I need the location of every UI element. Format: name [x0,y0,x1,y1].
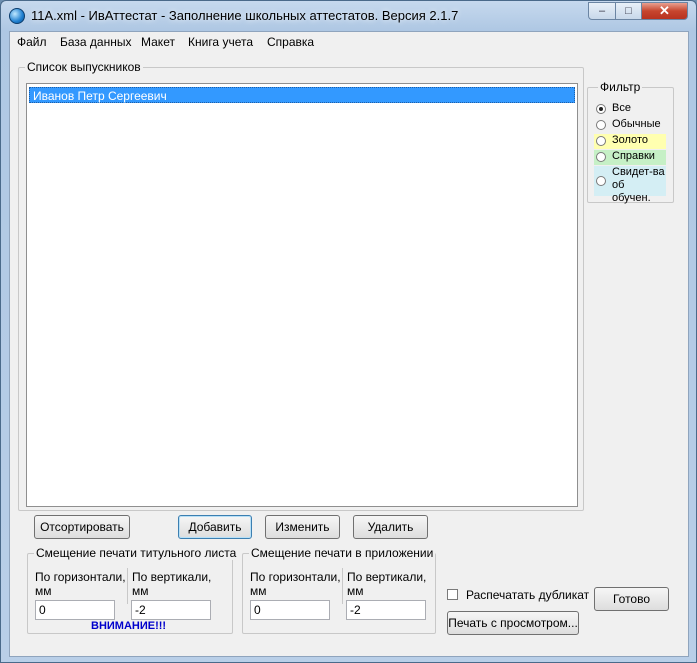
appendix-offset-legend: Смещение печати в приложении [249,546,436,560]
graduates-list[interactable]: Иванов Петр Сергеевич [26,83,578,507]
divider [127,568,128,604]
app-globe-icon [9,8,25,24]
title-bar[interactable]: 11A.xml - ИвАттестат - Заполнение школьн… [1,1,696,31]
sort-button[interactable]: Отсортировать [34,515,130,539]
title-vertical-input[interactable] [131,600,211,620]
appendix-vertical-label: По вертикали, мм [347,570,427,598]
filter-option-certificates[interactable]: Справки [594,150,666,165]
filter-option-regular[interactable]: Обычные [596,118,662,133]
menu-layout[interactable]: Макет [141,35,175,49]
filter-option-label: Свидет-ва об обучен. [612,166,665,204]
menu-bar: Файл База данных Макет Книга учета Справ… [10,32,688,52]
graduates-legend: Список выпускников [25,60,143,74]
filter-option-label: Все [612,102,631,114]
radio-all[interactable] [596,104,606,114]
edit-button[interactable]: Изменить [265,515,340,539]
minimize-button[interactable]: – [588,2,616,20]
filter-option-label: Справки [612,150,655,162]
radio-certificates[interactable] [596,152,606,162]
title-horizontal-input[interactable] [35,600,115,620]
filter-option-all[interactable]: Все [596,102,662,117]
duplicate-label: Распечатать дубликат [466,588,590,602]
radio-gold[interactable] [596,136,606,146]
menu-database[interactable]: База данных [60,35,131,49]
title-offset-legend: Смещение печати титульного листа [34,546,239,560]
app-window: 11A.xml - ИвАттестат - Заполнение школьн… [0,0,697,663]
filter-option-study-certificates[interactable]: Свидет-ва об обучен. [594,166,666,204]
radio-study-certificates[interactable] [596,176,606,186]
print-preview-button[interactable]: Печать с просмотром... [447,611,579,635]
appendix-offset-group: Смещение печати в приложении По горизонт… [242,546,436,634]
add-button[interactable]: Добавить [178,515,252,539]
appendix-vertical-input[interactable] [346,600,426,620]
menu-file[interactable]: Файл [17,35,47,49]
divider [342,568,343,604]
maximize-button[interactable]: □ [615,2,642,20]
delete-button[interactable]: Удалить [353,515,428,539]
duplicate-checkbox-row[interactable]: Распечатать дубликат [447,588,590,604]
filter-legend: Фильтр [598,80,643,94]
warning-text: ВНИМАНИЕ!!! [91,620,167,632]
close-button[interactable]: ✕ [641,2,688,20]
filter-group: Фильтр Все Обычные Золото Справки Свидет… [587,80,674,204]
duplicate-checkbox[interactable] [447,589,458,600]
radio-regular[interactable] [596,120,606,130]
done-button[interactable]: Готово [594,587,669,611]
menu-help[interactable]: Справка [267,35,314,49]
client-area: Файл База данных Макет Книга учета Справ… [9,31,689,657]
appendix-horizontal-input[interactable] [250,600,330,620]
menu-register-book[interactable]: Книга учета [188,35,253,49]
filter-option-gold[interactable]: Золото [594,134,666,149]
title-offset-group: Смещение печати титульного листа По гори… [27,546,239,634]
list-item[interactable]: Иванов Петр Сергеевич [29,87,575,103]
title-horizontal-label: По горизонтали, мм [35,570,126,598]
title-vertical-label: По вертикали, мм [132,570,212,598]
appendix-horizontal-label: По горизонтали, мм [250,570,341,598]
window-title: 11A.xml - ИвАттестат - Заполнение школьн… [31,8,459,23]
filter-option-label: Обычные [612,118,661,130]
filter-option-label: Золото [612,134,648,146]
